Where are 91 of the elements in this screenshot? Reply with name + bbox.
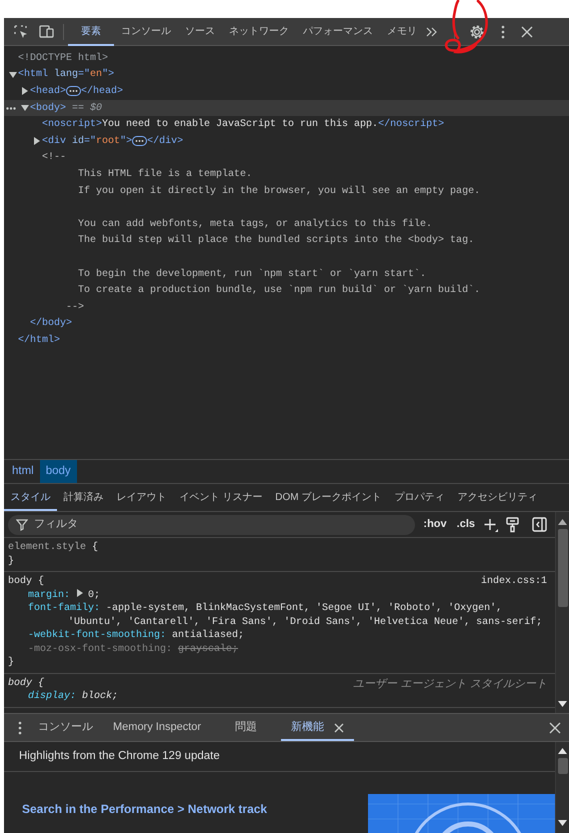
- sidebar-tab[interactable]: 計算済み: [57, 484, 110, 511]
- menu-icon[interactable]: [501, 24, 505, 38]
- panel-tab[interactable]: ソース: [178, 18, 222, 46]
- opening-tag: <div id="root">: [42, 134, 132, 149]
- close-tab-icon[interactable]: [334, 722, 344, 732]
- element-tag: <html lang="en">: [18, 67, 114, 82]
- update-heading: Highlights from the Chrome 129 update: [19, 750, 220, 762]
- dom-node-row[interactable]: <!DOCTYPE html>: [4, 50, 569, 67]
- inspect-icon[interactable]: [13, 24, 29, 39]
- drawer-tab[interactable]: コンソール: [28, 714, 103, 741]
- close-icon[interactable]: [521, 26, 533, 38]
- panel-tab[interactable]: メモリ: [380, 18, 424, 46]
- scroll-down-icon[interactable]: [558, 701, 567, 707]
- expand-triangle-icon[interactable]: [20, 104, 30, 112]
- settings-icon[interactable]: [469, 24, 485, 40]
- panel-tab[interactable]: パフォーマンス: [296, 18, 380, 46]
- sidebar-tab[interactable]: イベント リスナー: [173, 484, 269, 511]
- source-link[interactable]: index.css:1: [480, 575, 547, 588]
- panel-tab[interactable]: コンソール: [114, 18, 178, 46]
- css-selector: element.style {: [8, 541, 98, 554]
- more-options-icon[interactable]: [6, 106, 16, 110]
- sidebar-tab[interactable]: レイアウト: [110, 484, 173, 511]
- device-toolbar-icon[interactable]: [39, 24, 55, 39]
- comment-text: To create a production bundle, use `npm run build` or `yarn build`.: [78, 284, 480, 298]
- closing-tag: </body>: [30, 316, 72, 332]
- scroll-down-icon[interactable]: [558, 820, 567, 826]
- expand-triangle-icon[interactable]: [8, 70, 18, 79]
- scroll-up-icon[interactable]: [558, 519, 567, 525]
- closing-tag: </head>: [81, 84, 124, 99]
- css-declaration[interactable]: -webkit-font-smoothing: antialiased;: [8, 629, 547, 642]
- dom-node-row[interactable]: <head> </head>: [4, 83, 569, 100]
- more-tabs-icon[interactable]: [425, 26, 438, 38]
- paint-roller-icon[interactable]: [505, 516, 520, 532]
- css-selector: body {: [8, 676, 44, 690]
- css-declaration[interactable]: -moz-osx-font-smoothing: grayscale;: [8, 642, 547, 656]
- breadcrumb[interactable]: html: [6, 460, 40, 483]
- css-selector: body {: [8, 575, 44, 588]
- expand-triangle-icon[interactable]: [76, 588, 84, 596]
- toggle-button[interactable]: .cls: [454, 516, 477, 533]
- opening-tag: <head>: [30, 84, 66, 99]
- css-declaration[interactable]: font-family: -apple-system, BlinkMacSystemFont, 'Segoe UI', 'Roboto', 'Oxygen', 'Ubuntu', 'Cantarell', 'Fira Sans', 'Droid Sans', 'Helvetica Neue', sans-serif;: [8, 602, 547, 629]
- hand-drawn-annotation: [444, 0, 488, 54]
- add-rule-icon[interactable]: [483, 516, 499, 532]
- sidebar-tab[interactable]: アクセシビリティ: [450, 484, 544, 511]
- comment-text: The build step will place the bundled scripts into the <body> tag.: [78, 234, 474, 248]
- comment-text: To begin the development, run `npm start` or `yarn start`.: [78, 268, 426, 282]
- filter-bar[interactable]: フィルタ: [8, 514, 416, 534]
- dom-node-row[interactable]: <body> == $0: [4, 100, 569, 116]
- dom-node-row[interactable]: <!--: [4, 150, 569, 166]
- scrollbar[interactable]: [555, 512, 569, 713]
- dom-node-row[interactable]: <noscript>You need to enable JavaScript to run this app.</noscript>: [4, 116, 569, 133]
- comment-text: You can add webfonts, meta tags, or analytics to this file.: [78, 218, 432, 232]
- closing-tag: </div>: [147, 134, 184, 149]
- scrollbar[interactable]: [555, 742, 569, 833]
- css-value[interactable]: 0;: [88, 590, 100, 600]
- comment-text: <!--: [42, 151, 66, 166]
- sidebar-tab[interactable]: スタイル: [4, 484, 57, 511]
- feature-link[interactable]: Search in the Performance > Network track: [22, 800, 268, 818]
- doctype-text: <!DOCTYPE html>: [18, 52, 108, 66]
- ellipsis-badge-icon[interactable]: [66, 86, 82, 96]
- dom-node-row[interactable]: <div id="root"> </div>: [4, 132, 569, 150]
- filter-input[interactable]: フィルタ: [34, 516, 408, 533]
- closing-brace: }: [8, 554, 14, 568]
- scroll-thumb[interactable]: [558, 529, 568, 607]
- panel-tab[interactable]: 要素: [68, 18, 114, 46]
- ellipsis-badge-icon[interactable]: [132, 136, 148, 146]
- drawer-tab[interactable]: Memory Inspector: [103, 714, 212, 741]
- sidebar-tab[interactable]: DOM ブレークポイント: [268, 484, 388, 511]
- stylesheet-label: ユーザー エージェント スタイルシート: [353, 676, 547, 690]
- closing-tag: </html>: [18, 332, 60, 348]
- filter-icon: [16, 518, 28, 530]
- drawer-tab[interactable]: 新機能: [281, 714, 354, 741]
- css-declaration[interactable]: display: block;: [8, 690, 547, 704]
- scroll-up-icon[interactable]: [558, 748, 567, 754]
- comment-text: If you open it directly in the browser, you will see an empty page.: [78, 184, 480, 199]
- closing-brace: }: [8, 656, 14, 670]
- sidebar-toggle-icon[interactable]: [532, 517, 547, 532]
- element-tag: <noscript>You need to enable JavaScript to run this app.</noscript>: [42, 117, 444, 132]
- sidebar-tab[interactable]: プロパティ: [388, 484, 451, 511]
- collapse-triangle-icon[interactable]: [20, 87, 30, 96]
- panel-tab[interactable]: ネットワーク: [222, 18, 296, 46]
- comment-text: This HTML file is a template.: [78, 168, 252, 182]
- breadcrumb[interactable]: body: [40, 460, 77, 483]
- comment-text: -->: [66, 300, 84, 315]
- toggle-button[interactable]: :hov: [421, 516, 449, 533]
- drawer-tab[interactable]: 問題: [211, 714, 282, 741]
- element-tag: <body> == $0: [30, 100, 102, 116]
- dom-node-row[interactable]: <html lang="en">: [4, 66, 569, 84]
- scroll-thumb[interactable]: [558, 758, 568, 774]
- css-property[interactable]: margin:: [28, 590, 70, 600]
- collapse-triangle-icon[interactable]: [32, 137, 42, 146]
